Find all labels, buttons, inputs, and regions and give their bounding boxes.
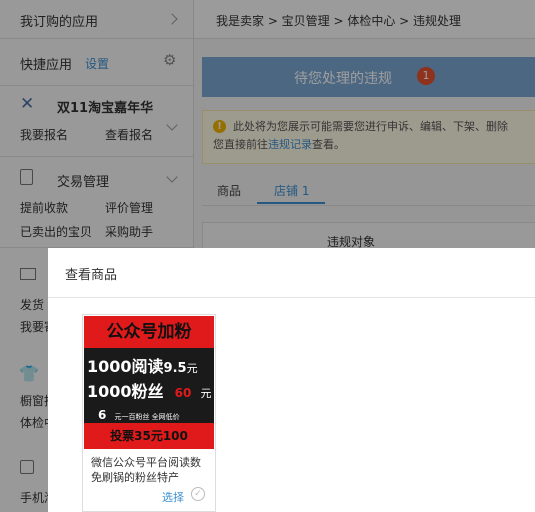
product-title[interactable]: 微信公众号平台阅读数免刷锅的粉丝特产	[91, 455, 207, 485]
ad-line1-price: 9.5	[163, 361, 187, 376]
product-card[interactable]: 公众号加粉 1000阅读9.5元 1000粉丝 60 元 6 元一百粉丝 全网低…	[82, 314, 216, 512]
view-product-modal: 查看商品 公众号加粉 1000阅读9.5元 1000粉丝 60 元 6 元一百粉…	[48, 248, 535, 512]
ad-line2-main: 1000粉丝	[87, 382, 164, 401]
ad-line3: 6 元一百粉丝 全网低价	[98, 404, 180, 423]
ad-line1-main: 1000阅读	[87, 357, 164, 376]
modal-header: 查看商品	[48, 248, 535, 298]
ad-line3-num: 6	[98, 408, 107, 422]
ad-line2-price: 60	[174, 386, 192, 400]
ad-line1: 1000阅读9.5元	[87, 353, 198, 377]
select-link[interactable]: 选择	[162, 489, 184, 505]
ad-line1-unit: 元	[186, 362, 198, 375]
ad-bottom-text: 投票35元100	[110, 429, 188, 443]
ad-line3-text: 元一百粉丝 全网低价	[114, 413, 180, 421]
modal-title: 查看商品	[65, 268, 118, 283]
check-circle-icon[interactable]: ✓	[191, 487, 205, 501]
ad-line2-unit: 元	[200, 387, 212, 400]
ad-line2: 1000粉丝 60 元	[87, 378, 211, 402]
ad-headline: 公众号加粉	[84, 316, 214, 348]
product-image: 公众号加粉 1000阅读9.5元 1000粉丝 60 元 6 元一百粉丝 全网低…	[84, 316, 214, 449]
ad-bottom-strip: 投票35元100	[84, 423, 214, 449]
